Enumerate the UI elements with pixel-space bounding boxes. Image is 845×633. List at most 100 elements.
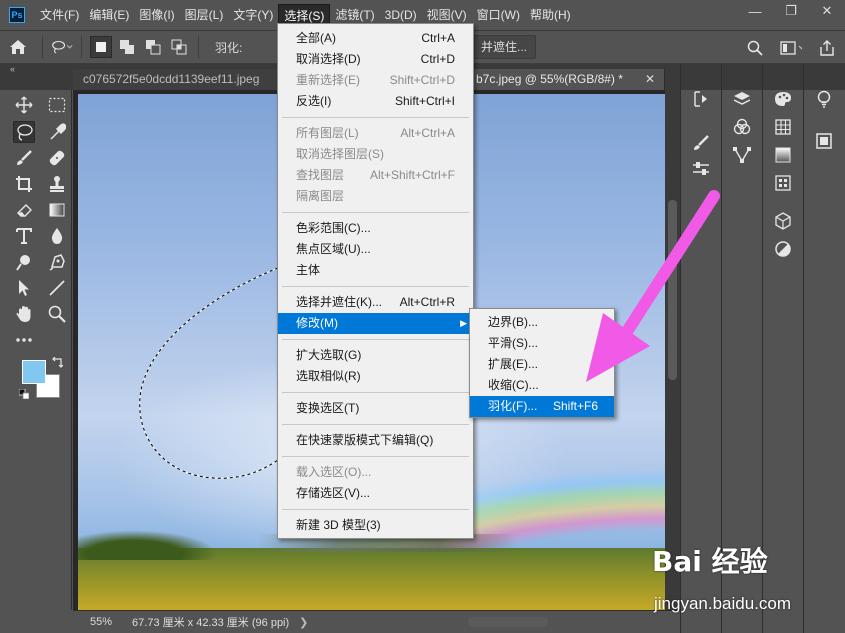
select-menu-item: 载入选区(O)...	[278, 462, 473, 483]
menu-9[interactable]: 窗口(W)	[472, 4, 525, 26]
select-menu-item[interactable]: 主体	[278, 260, 473, 281]
gradient-tool[interactable]	[46, 199, 68, 221]
type-tool[interactable]	[13, 225, 35, 247]
foreground-color-swatch[interactable]	[22, 360, 46, 384]
menu-item-label: 在快速蒙版模式下编辑(Q)	[296, 433, 434, 447]
home-button[interactable]	[0, 31, 36, 63]
select-menu-item[interactable]: 焦点区域(U)...	[278, 239, 473, 260]
swap-colors-button[interactable]	[50, 356, 64, 370]
select-menu-dropdown: 全部(A) Ctrl+A 取消选择(D) Ctrl+D 重新选择(E) Shift+Ctr…	[277, 23, 474, 539]
close-button[interactable]: ✕	[809, 0, 845, 22]
history-panel-button[interactable]	[689, 88, 713, 110]
select-menu-item[interactable]: 存储选区(V)...	[278, 483, 473, 504]
divider	[81, 36, 82, 58]
modify-submenu-item[interactable]: 边界(B)...	[470, 312, 614, 333]
color-panel-button[interactable]	[771, 88, 795, 110]
collapse-toolbar-icon[interactable]: «	[10, 64, 15, 74]
search-button[interactable]	[744, 37, 766, 59]
menu-0[interactable]: 文件(F)	[35, 4, 84, 26]
select-and-mask-button[interactable]: 并遮住...	[472, 35, 537, 59]
select-menu-item: 重新选择(E) Shift+Ctrl+D	[278, 70, 473, 91]
modify-submenu-item[interactable]: 收缩(C)...	[470, 375, 614, 396]
select-menu-item: 查找图层 Alt+Shift+Ctrl+F	[278, 165, 473, 186]
vertical-scrollbar[interactable]	[665, 90, 680, 610]
adjustments-panel-button[interactable]	[771, 238, 795, 260]
menu-4[interactable]: 文字(Y)	[228, 4, 278, 26]
3d-panel-button[interactable]	[771, 210, 795, 232]
paths-panel-button[interactable]	[730, 144, 754, 166]
menu-item-label: 隔离图层	[296, 189, 345, 203]
hand-tool[interactable]	[13, 303, 35, 325]
brushes-panel-button[interactable]	[689, 132, 713, 154]
select-menu-item[interactable]: 新建 3D 模型(3)	[278, 515, 473, 536]
select-menu-item[interactable]: 选取相似(R)	[278, 366, 473, 387]
library-icon	[816, 133, 832, 149]
lasso-tool[interactable]	[13, 121, 35, 143]
eraser-tool[interactable]	[13, 199, 35, 221]
patterns-panel-button[interactable]	[771, 172, 795, 194]
channels-panel-button[interactable]	[730, 116, 754, 138]
select-menu-item[interactable]: 全部(A) Ctrl+A	[278, 28, 473, 49]
menu-item-label: 选择并遮住(K)...	[296, 295, 382, 309]
default-colors-button[interactable]	[18, 388, 30, 400]
swatches-panel-button[interactable]	[771, 116, 795, 138]
crop-tool[interactable]	[13, 173, 35, 195]
brush-icon	[694, 135, 709, 150]
close-tab-icon[interactable]: ✕	[636, 69, 665, 90]
modify-submenu-item[interactable]: 平滑(S)...	[470, 333, 614, 354]
layers-icon	[733, 92, 751, 105]
dodge-tool[interactable]	[13, 251, 35, 273]
vertical-scroll-thumb[interactable]	[668, 200, 677, 380]
libraries-panel-button[interactable]	[812, 130, 836, 152]
eyedropper-tool[interactable]	[46, 121, 68, 143]
share-button[interactable]	[816, 37, 838, 59]
select-menu-item[interactable]: 色彩范围(C)...	[278, 218, 473, 239]
zoom-tool[interactable]	[46, 303, 68, 325]
document-tab[interactable]: c076572f5e0dcdd1139eef11.jpeg	[73, 69, 283, 90]
menu-separator	[282, 339, 469, 340]
add-to-selection-button[interactable]	[116, 36, 138, 58]
grid-icon	[775, 119, 791, 135]
horizontal-scroll-thumb[interactable]	[468, 617, 548, 627]
modify-submenu-item[interactable]: 扩展(E)...	[470, 354, 614, 375]
marquee-tool[interactable]	[46, 94, 68, 116]
move-tool[interactable]	[13, 94, 35, 116]
stamp-tool[interactable]	[46, 173, 68, 195]
healing-brush-tool[interactable]	[46, 147, 68, 169]
edit-toolbar-button[interactable]	[13, 329, 35, 351]
select-menu-item[interactable]: 选择并遮住(K)... Alt+Ctrl+R	[278, 292, 473, 313]
swap-arrows-icon	[52, 357, 63, 368]
minimize-button[interactable]: —	[737, 0, 773, 22]
blur-tool[interactable]	[46, 225, 68, 247]
select-menu-item[interactable]: 变换选区(T)	[278, 398, 473, 419]
path-selection-tool[interactable]	[13, 277, 35, 299]
adjust-panel-button[interactable]	[689, 158, 713, 180]
menu-3[interactable]: 图层(L)	[180, 4, 229, 26]
select-menu-item[interactable]: 扩大选取(G)	[278, 345, 473, 366]
hand-icon	[16, 306, 31, 322]
lasso-tool-preset-button[interactable]	[51, 36, 73, 58]
menu-2[interactable]: 图像(I)	[134, 4, 179, 26]
select-menu-item[interactable]: 反选(I) Shift+Ctrl+I	[278, 91, 473, 112]
layers-panel-button[interactable]	[730, 88, 754, 110]
menu-1[interactable]: 编辑(E)	[84, 4, 134, 26]
select-menu-item[interactable]: 在快速蒙版模式下编辑(Q)	[278, 430, 473, 451]
zoom-level[interactable]: 55%	[90, 616, 112, 628]
subtract-from-selection-button[interactable]	[142, 36, 164, 58]
workspace-button[interactable]	[780, 37, 802, 59]
tools-panel	[8, 90, 72, 610]
modify-submenu-item[interactable]: 羽化(F)... Shift+F6	[470, 396, 614, 417]
line-tool[interactable]	[46, 277, 68, 299]
new-selection-button[interactable]	[90, 36, 112, 58]
gradients-panel-button[interactable]	[771, 144, 795, 166]
type-icon	[16, 228, 32, 244]
brush-tool[interactable]	[13, 147, 35, 169]
select-menu-item[interactable]: 修改(M) ▶	[278, 313, 473, 334]
intersect-selection-button[interactable]	[168, 36, 190, 58]
learn-panel-button[interactable]	[812, 88, 836, 110]
restore-button[interactable]: ❐	[773, 0, 809, 22]
pen-tool[interactable]	[46, 251, 68, 273]
select-menu-item[interactable]: 取消选择(D) Ctrl+D	[278, 49, 473, 70]
status-menu-arrow[interactable]: ❯	[299, 616, 308, 629]
menu-10[interactable]: 帮助(H)	[525, 4, 576, 26]
